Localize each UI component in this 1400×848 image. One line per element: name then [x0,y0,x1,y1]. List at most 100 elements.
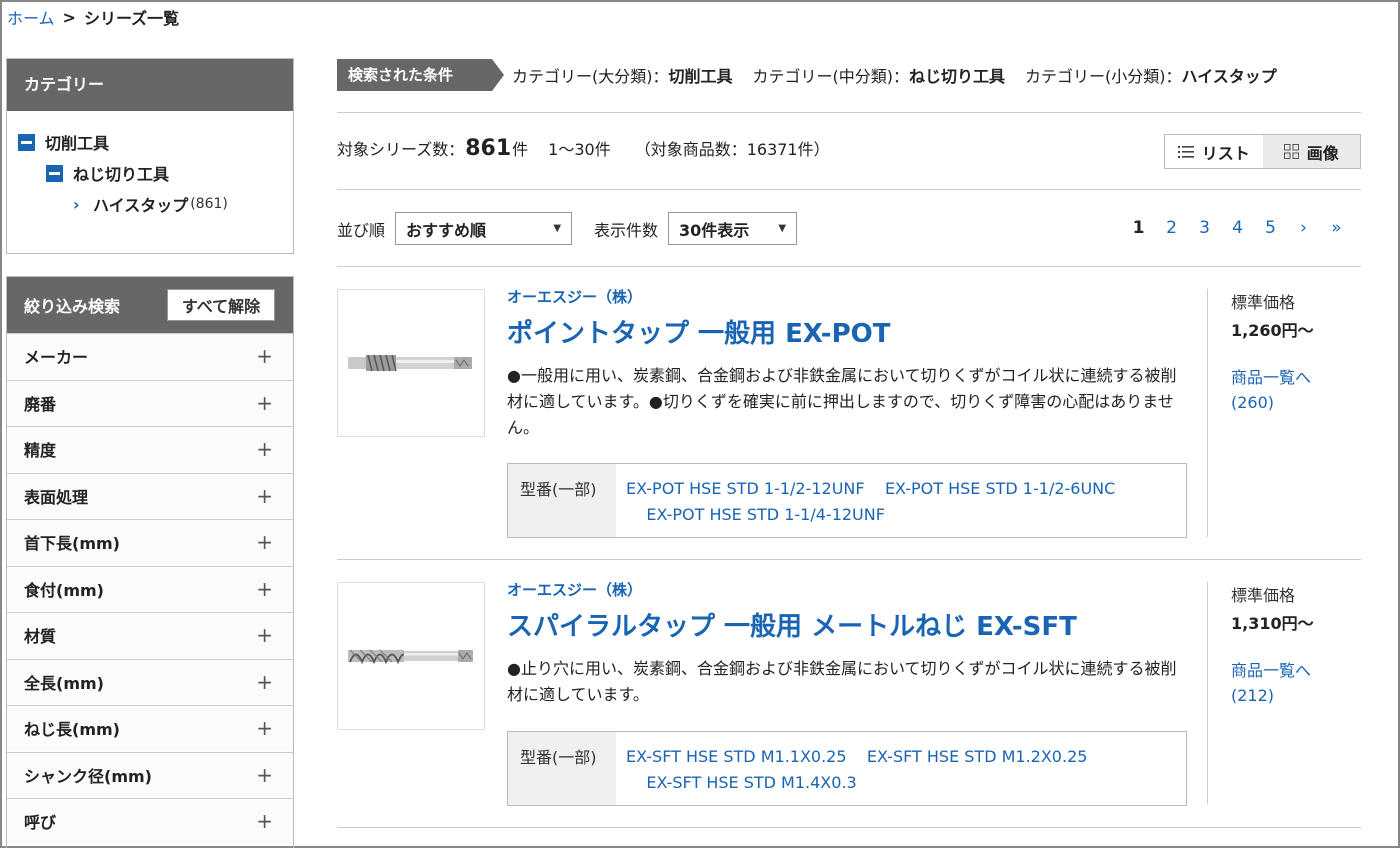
plus-icon: + [256,669,273,694]
plus-icon: + [256,390,273,415]
filter-item-label: 廃番 [24,394,57,414]
condition-key: カテゴリー(大分類)： [512,67,669,86]
model-number-link[interactable]: EX-POT HSE STD 1-1/2-6UNC [885,479,1115,498]
product-count: （対象商品数：16371件） [634,140,830,159]
filter-item-label: 呼び [24,813,57,833]
model-number-link[interactable]: EX-SFT HSE STD M1.1X0.25 [626,747,847,766]
filter-item-label: 精度 [24,441,57,461]
model-number-link[interactable]: EX-SFT HSE STD M1.2X0.25 [867,747,1088,766]
plus-icon: + [256,623,273,648]
filter-item-neck-length[interactable]: 首下長(mm) + [7,519,293,566]
grid-icon [1283,144,1299,159]
model-number-box: 型番(一部) EX-SFT HSE STD M1.1X0.25 EX-SFT H… [507,731,1187,806]
product-maker[interactable]: オーエスジー（株） [507,286,642,307]
filter-item-label: メーカー [24,348,89,368]
product-maker[interactable]: オーエスジー（株） [507,579,642,600]
category-panel-title: カテゴリー [7,59,293,111]
price-column: 標準価格 1,310円〜 商品一覧へ (212) [1207,582,1361,804]
product-card: オーエスジー（株） ポイントタップ 一般用 EX-POT ●一般用に用い、炭素鋼… [337,286,1361,559]
collapse-icon[interactable] [46,164,63,182]
sort-select[interactable]: おすすめ順 ▼ [395,212,573,245]
model-number-list: EX-POT HSE STD 1-1/2-12UNF EX-POT HSE ST… [616,464,1115,537]
filter-item-accuracy[interactable]: 精度 + [7,426,293,473]
filter-item-chamfer[interactable]: 食付(mm) + [7,565,293,612]
clear-all-button[interactable]: すべて解除 [167,289,275,321]
view-image-button[interactable]: 画像 [1262,135,1360,168]
product-list-link-label: 商品一覧へ [1231,368,1312,387]
model-number-link[interactable]: EX-POT HSE STD 1-1/2-12UNF [626,479,865,498]
page-5[interactable]: 5 [1254,218,1287,238]
breadcrumb-separator: > [62,7,76,27]
tree-item-cutting-tools[interactable]: 切削工具 [18,130,109,154]
page-2[interactable]: 2 [1155,218,1188,238]
series-count: 861 [465,136,512,161]
filter-item-overall-length[interactable]: 全長(mm) + [7,658,293,705]
list-icon [1177,145,1194,158]
price-label: 標準価格 [1231,293,1296,312]
last-page-icon[interactable]: » [1320,218,1353,238]
plus-icon: + [256,483,273,508]
divider [337,559,1361,560]
product-list-link[interactable]: 商品一覧へ (260) [1231,365,1361,415]
tree-item-count: (861) [190,196,228,212]
per-page-select-value: 30件表示 [679,220,750,240]
condition-medium: カテゴリー(中分類)：ねじ切り工具 [753,63,1006,87]
plus-icon: + [256,809,273,834]
condition-key: カテゴリー(小分類)： [1025,67,1182,86]
page-3[interactable]: 3 [1188,218,1221,238]
filter-panel-header: 絞り込み検索 すべて解除 [7,277,293,333]
breadcrumb-home-link[interactable]: ホーム [7,5,55,29]
next-page-icon[interactable]: › [1287,218,1320,238]
view-list-button[interactable]: リスト [1165,135,1263,168]
plus-icon: + [256,576,273,601]
filter-item-material[interactable]: 材質 + [7,612,293,659]
page-4[interactable]: 4 [1221,218,1254,238]
count-unit: 件 [512,140,529,159]
tree-item-label: 切削工具 [45,134,110,153]
product-card: オーエスジー（株） スパイラルタップ 一般用 メートルねじ EX-SFT ●止り… [337,579,1361,848]
product-description: ●止り穴に用い、炭素鋼、合金鋼および非鉄金属において切りくずがコイル状に連続する… [507,659,1177,704]
tree-item-label: ねじ切り工具 [73,165,170,184]
filter-item-shank-diameter[interactable]: シャンク径(mm) + [7,751,293,798]
search-conditions-label: 検索された条件 [337,59,504,91]
search-conditions: 検索された条件 カテゴリー(大分類)：切削工具 カテゴリー(中分類)：ねじ切り工… [337,59,1277,91]
product-image[interactable] [337,582,485,730]
filter-item-maker[interactable]: メーカー + [7,333,293,380]
product-image[interactable] [337,289,485,437]
price-value: 1,310円〜 [1231,614,1314,633]
price-column: 標準価格 1,260円〜 商品一覧へ (260) [1207,289,1361,537]
page-1[interactable]: 1 [1122,218,1155,238]
per-page-select[interactable]: 30件表示 ▼ [668,212,798,245]
tree-item-threading-tools[interactable]: ねじ切り工具 [46,161,169,185]
filter-item-nominal[interactable]: 呼び + [7,798,293,845]
model-number-label: 型番(一部) [508,464,616,537]
dropdown-arrow-icon: ▼ [553,223,562,234]
product-list-link-label: 商品一覧へ [1231,661,1312,680]
filter-item-discontinued[interactable]: 廃番 + [7,379,293,426]
filter-item-label: 首下長(mm) [24,534,120,554]
product-list-count: (260) [1231,393,1275,412]
product-list-link[interactable]: 商品一覧へ (212) [1231,658,1361,708]
filter-item-thread-length[interactable]: ねじ長(mm) + [7,705,293,752]
model-number-link[interactable]: EX-SFT HSE STD M1.4X0.3 [646,773,856,792]
result-count: 対象シリーズ数： 861 件 1〜30件 （対象商品数：16371件） [337,136,830,161]
condition-key: カテゴリー(中分類)： [752,67,910,86]
product-description: ●一般用に用い、炭素鋼、合金鋼および非鉄金属において切りくずがコイル状に連続する… [507,366,1177,437]
plus-icon: + [256,437,273,462]
series-count-label: 対象シリーズ数： [337,140,465,159]
tree-item-label: ハイスタップ [93,196,189,215]
product-name-link[interactable]: ポイントタップ 一般用 EX-POT [507,313,890,350]
collapse-icon[interactable] [18,133,35,151]
per-page-label: 表示件数 [594,220,659,240]
plus-icon: + [256,344,273,369]
tree-item-hss-taps[interactable]: › ハイスタップ (861) [73,192,228,216]
model-number-link[interactable]: EX-POT HSE STD 1-1/4-12UNF [646,505,885,524]
spiral-tap-image [348,649,473,665]
product-name-link[interactable]: スパイラルタップ 一般用 メートルねじ EX-SFT [507,606,1077,643]
view-list-label: リスト [1201,143,1250,163]
filter-item-label: ねじ長(mm) [24,720,120,740]
filter-item-surface-treatment[interactable]: 表面処理 + [7,472,293,519]
dropdown-arrow-icon: ▼ [778,223,787,234]
price-value: 1,260円〜 [1231,321,1314,340]
filter-item-label: シャンク径(mm) [24,766,152,786]
